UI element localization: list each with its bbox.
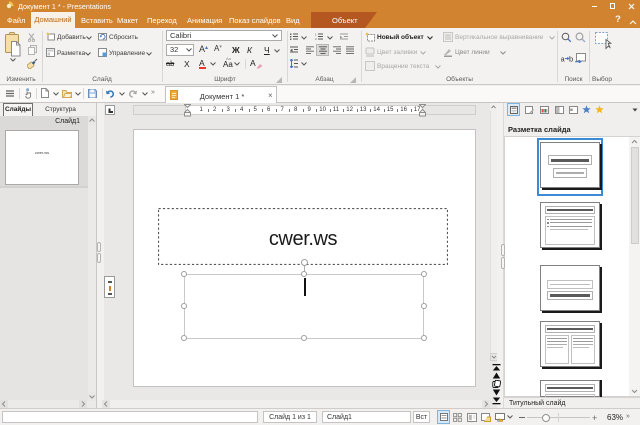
svg-text:1: 1 <box>315 33 317 36</box>
svg-text:2: 2 <box>315 37 317 40</box>
svg-text:a: a <box>561 55 566 64</box>
svg-text:b: b <box>569 55 573 64</box>
